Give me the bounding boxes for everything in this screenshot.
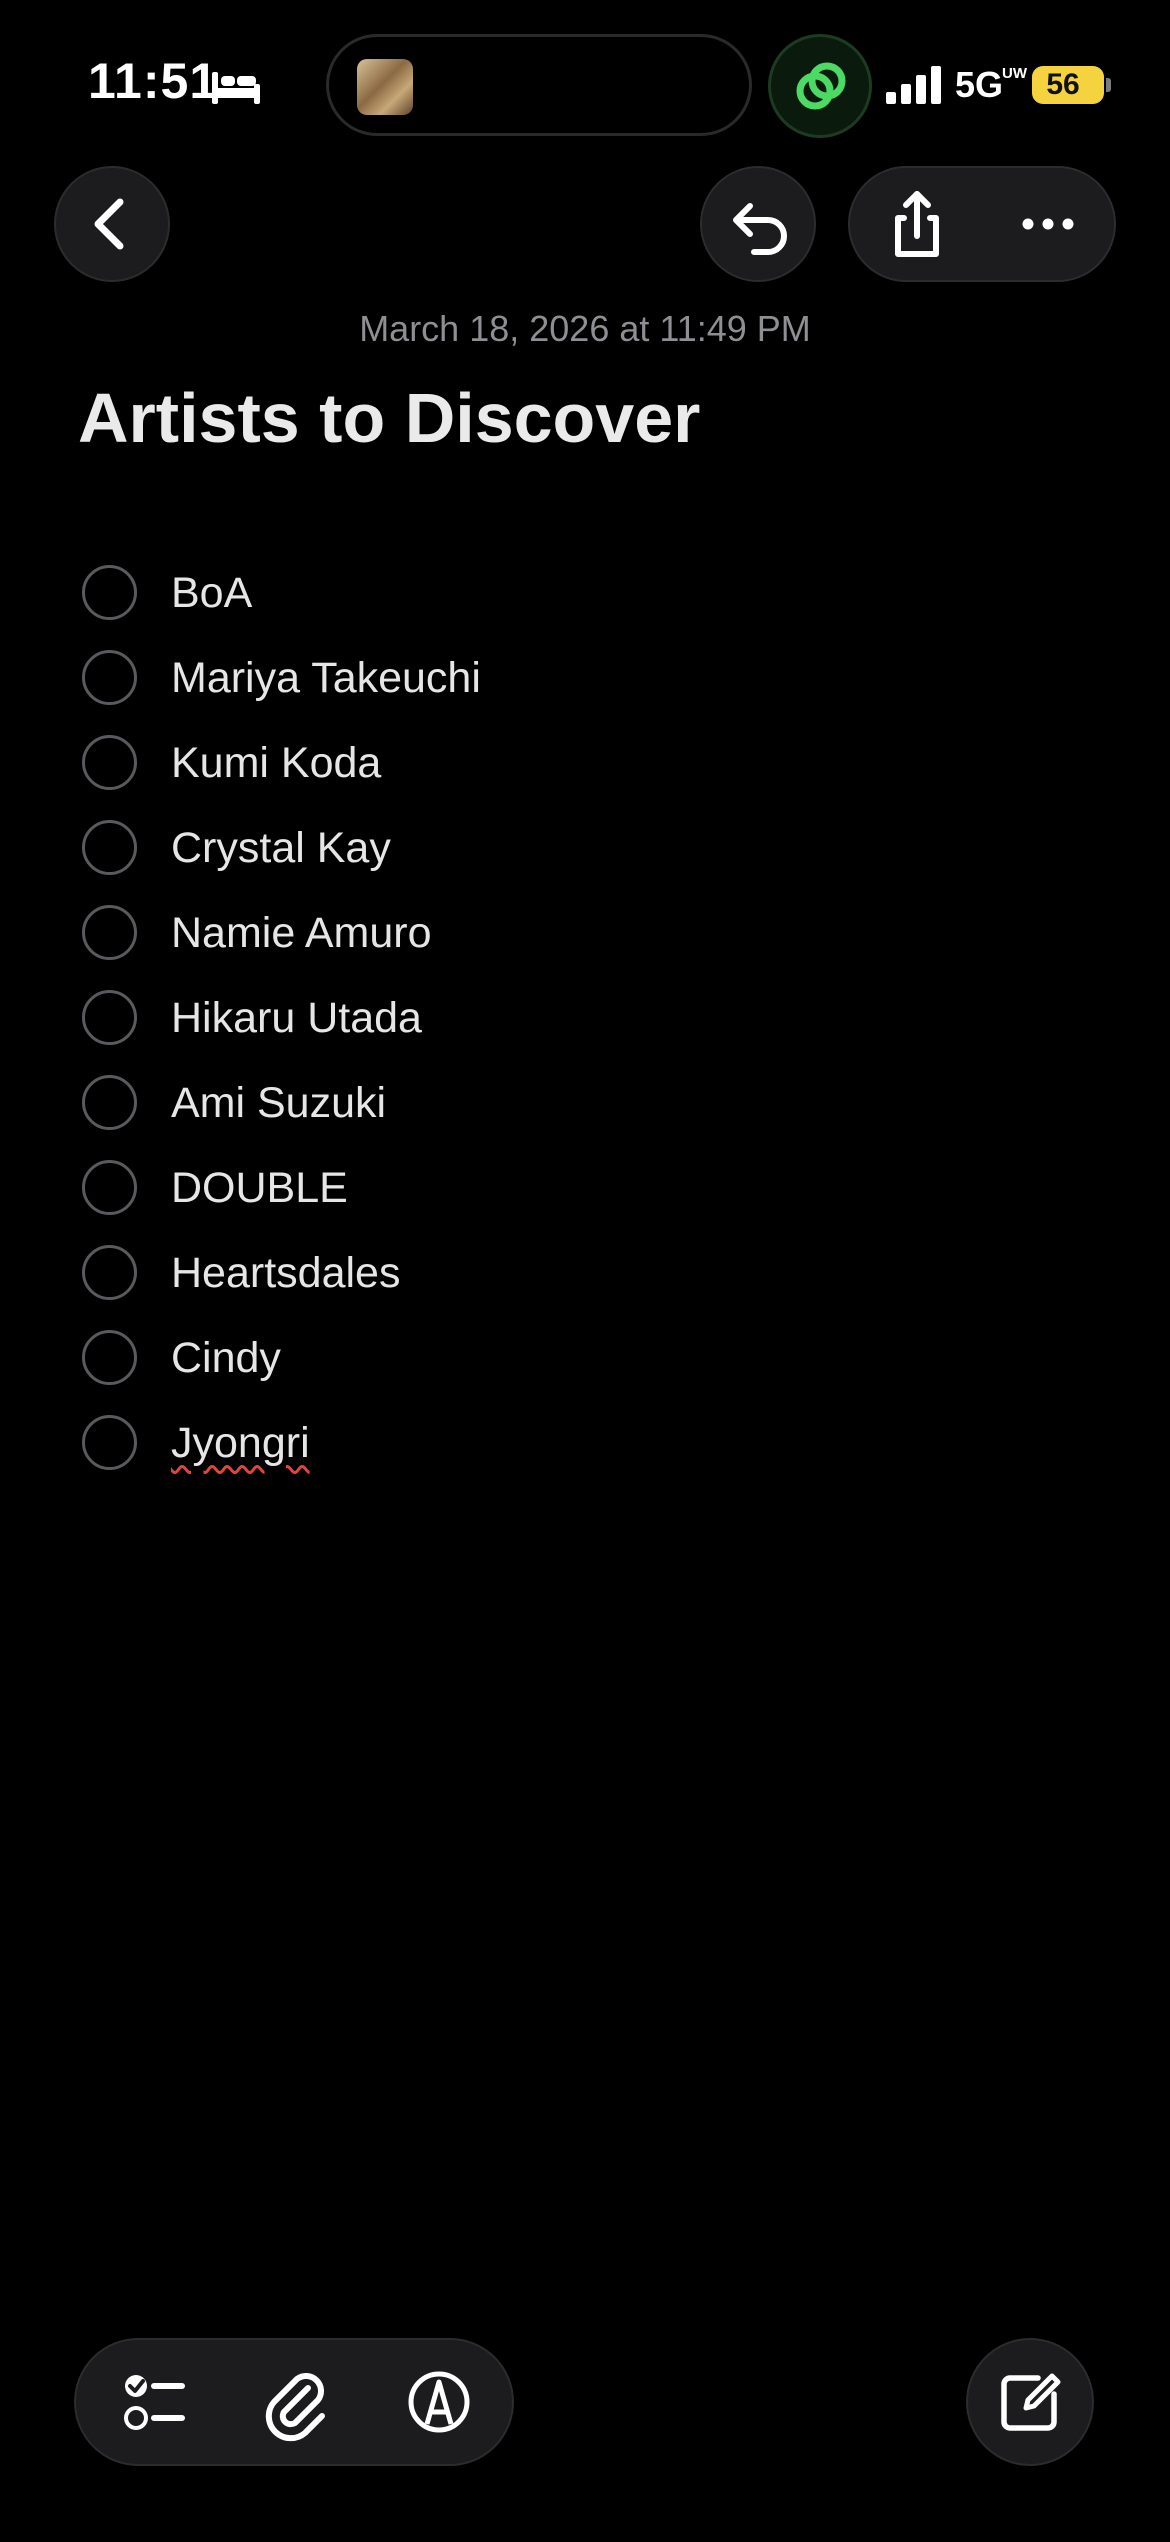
checklist-item[interactable]: Jyongri	[0, 1400, 1170, 1485]
back-button[interactable]	[54, 166, 170, 282]
checklist-item[interactable]: Heartsdales	[0, 1230, 1170, 1315]
dynamic-island[interactable]	[326, 34, 752, 136]
checkbox-circle[interactable]	[82, 650, 137, 705]
checklist-item[interactable]: Mariya Takeuchi	[0, 635, 1170, 720]
note-date: March 18, 2026 at 11:49 PM	[359, 308, 811, 349]
checklist-item-label[interactable]: BoA	[171, 568, 252, 618]
network-subtype: UW	[1002, 65, 1027, 82]
checkbox-circle[interactable]	[82, 735, 137, 790]
activity-indicator[interactable]	[768, 34, 872, 138]
checklist-item-label[interactable]: Heartsdales	[171, 1248, 400, 1298]
checkbox-circle[interactable]	[82, 990, 137, 1045]
checkbox-circle[interactable]	[82, 1245, 137, 1300]
checklist: BoA Mariya Takeuchi Kumi Koda Crystal Ka…	[0, 550, 1170, 1485]
status-time: 11:51	[88, 53, 219, 109]
bottom-toolbar	[74, 2338, 514, 2466]
markup-icon	[408, 2371, 470, 2433]
compose-button[interactable]	[966, 2338, 1094, 2466]
undo-button[interactable]	[700, 166, 816, 282]
checklist-item-label[interactable]: Hikaru Utada	[171, 993, 422, 1043]
battery-level: 56	[1032, 66, 1104, 104]
share-button[interactable]	[850, 168, 984, 280]
share-icon	[895, 191, 939, 257]
share-more-group	[848, 166, 1116, 282]
more-button[interactable]	[982, 168, 1116, 280]
checklist-item-label[interactable]: Crystal Kay	[171, 823, 391, 873]
checkbox-circle[interactable]	[82, 1160, 137, 1215]
checklist-item[interactable]: BoA	[0, 550, 1170, 635]
undo-icon	[733, 203, 787, 255]
checklist-item[interactable]: Ami Suzuki	[0, 1060, 1170, 1145]
notes-screen: 11:51 5G UW 56 March 18, 2026 at 11:49 P…	[0, 0, 1170, 2542]
chevron-left-icon	[94, 198, 124, 250]
battery-cap	[1106, 78, 1111, 92]
checklist-item-label[interactable]: Mariya Takeuchi	[171, 653, 481, 703]
checklist-item[interactable]: Cindy	[0, 1315, 1170, 1400]
attachment-button[interactable]	[230, 2340, 360, 2464]
checkbox-circle[interactable]	[82, 1415, 137, 1470]
checklist-icon	[124, 2375, 185, 2430]
checklist-item-label[interactable]: DOUBLE	[171, 1163, 348, 1213]
paperclip-icon	[265, 2373, 325, 2442]
checklist-item-label[interactable]: Kumi Koda	[171, 738, 381, 788]
checklist-item-label[interactable]: Cindy	[171, 1333, 281, 1383]
checkbox-circle[interactable]	[82, 1075, 137, 1130]
signal-bars-icon	[886, 66, 941, 104]
compose-icon	[1001, 2373, 1061, 2431]
checklist-item[interactable]: Crystal Kay	[0, 805, 1170, 890]
more-icon	[1022, 218, 1074, 230]
checklist-item[interactable]: Hikaru Utada	[0, 975, 1170, 1060]
note-title[interactable]: Artists to Discover	[78, 378, 700, 458]
checkbox-circle[interactable]	[82, 565, 137, 620]
checklist-button[interactable]	[86, 2340, 216, 2464]
checkbox-circle[interactable]	[82, 820, 137, 875]
checkbox-circle[interactable]	[82, 905, 137, 960]
checkbox-circle[interactable]	[82, 1330, 137, 1385]
activity-link-icon	[796, 62, 846, 110]
checklist-item-label[interactable]: Jyongri	[171, 1418, 310, 1468]
checklist-item-label[interactable]: Ami Suzuki	[171, 1078, 386, 1128]
network-type: 5G	[955, 64, 1004, 105]
bed-icon	[212, 72, 260, 104]
now-playing-art[interactable]	[357, 59, 413, 115]
markup-button[interactable]	[374, 2340, 504, 2464]
checklist-item-label[interactable]: Namie Amuro	[171, 908, 431, 958]
checklist-item[interactable]: DOUBLE	[0, 1145, 1170, 1230]
checklist-item[interactable]: Namie Amuro	[0, 890, 1170, 975]
checklist-item[interactable]: Kumi Koda	[0, 720, 1170, 805]
